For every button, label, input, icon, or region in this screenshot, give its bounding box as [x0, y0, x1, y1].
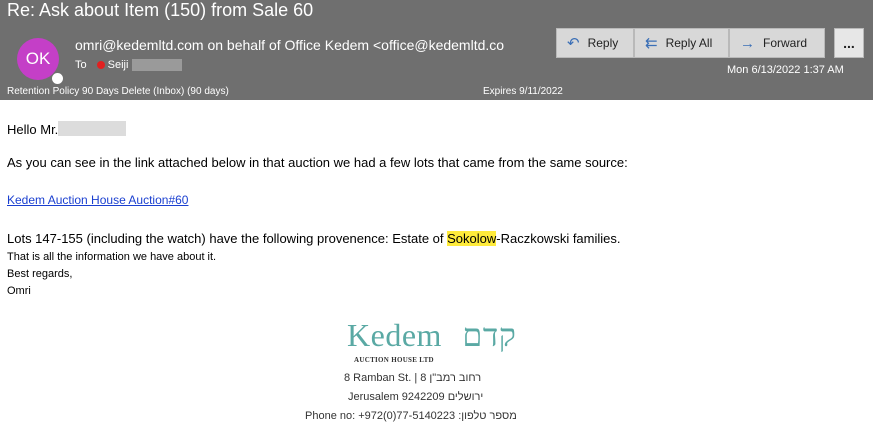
provenance-text-after: -Raczkowski families. — [496, 231, 621, 246]
greeting: Hello Mr. — [7, 121, 127, 137]
body-line-info: That is all the information we have abou… — [7, 251, 217, 263]
sender-line[interactable]: omri@kedemltd.com on behalf of Office Ke… — [75, 37, 533, 53]
reply-all-icon: ⇇ — [645, 35, 658, 52]
forward-label: Forward — [763, 36, 808, 50]
message-header: Re: Ask about Item (150) from Sale 60 OK… — [0, 0, 873, 100]
provenance-text-before: Lots 147-155 (including the watch) have … — [7, 231, 448, 246]
address-city: Jerusalem 9242209 ירושלים — [348, 391, 484, 403]
reply-all-label: Reply All — [665, 36, 713, 50]
to-label: To — [75, 59, 87, 71]
forward-button[interactable]: → Forward — [729, 28, 825, 58]
reply-icon: ↶ — [567, 35, 580, 52]
auction-link[interactable]: Kedem Auction House Auction#60 — [7, 193, 188, 207]
redacted-name — [58, 121, 127, 136]
kedem-logo: Kedem קדם — [347, 317, 516, 354]
phone-number: Phone no: +972(0)77-5140223 :מספר טלפון — [305, 410, 517, 422]
forward-icon: → — [740, 34, 755, 52]
email-subject: Re: Ask about Item (150) from Sale 60 — [7, 0, 314, 20]
recipient-name[interactable]: Seiji — [108, 59, 129, 71]
sender-signature-name: Omri — [7, 285, 31, 297]
redacted-surname — [132, 59, 183, 71]
logo-hebrew: קדם — [462, 317, 517, 353]
greeting-text: Hello Mr. — [7, 122, 59, 137]
avatar-initials: OK — [25, 49, 51, 68]
recipient-status-icon — [96, 61, 105, 69]
sent-date: Mon 6/13/2022 1:37 AM — [727, 64, 844, 76]
recipient-line: To Seiji — [75, 59, 183, 71]
more-actions-button[interactable]: ... — [834, 28, 864, 58]
reply-all-button[interactable]: ⇇ Reply All — [634, 28, 729, 58]
address-street: 8 Ramban St. | רחוב רמב"ן 8 — [344, 372, 482, 384]
provenance-paragraph: Lots 147-155 (including the watch) have … — [7, 231, 621, 246]
logo-latin: Kedem — [347, 317, 442, 353]
reply-label: Reply — [587, 36, 619, 50]
search-highlight: Sokolow — [447, 231, 497, 246]
reply-button[interactable]: ↶ Reply — [556, 28, 634, 58]
retention-policy: Retention Policy 90 Days Delete (Inbox) … — [7, 86, 229, 97]
logo-subtitle: AUCTION HOUSE LTD — [354, 356, 434, 364]
closing-line: Best regards, — [7, 268, 73, 280]
body-paragraph-1: As you can see in the link attached belo… — [7, 155, 628, 170]
presence-status-icon — [51, 72, 64, 85]
expires-date: Expires 9/11/2022 — [483, 86, 563, 97]
